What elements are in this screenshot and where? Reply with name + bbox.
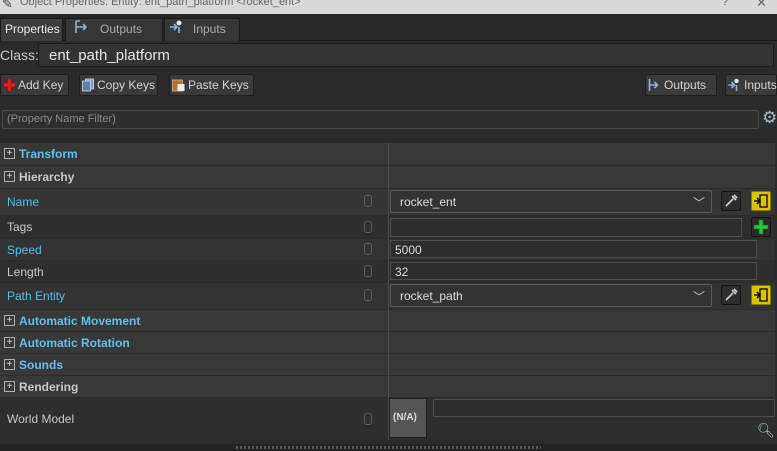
eyedropper-button[interactable] <box>721 191 741 211</box>
tab-outputs[interactable]: Outputs <box>65 18 163 41</box>
chevron-down-icon[interactable]: ﹀ <box>693 194 705 211</box>
class-row: Class: ent_path_platform <box>0 42 777 68</box>
browse-model-icon[interactable]: 🔍︎ <box>757 422 775 439</box>
expand-icon[interactable]: + <box>4 381 15 392</box>
outputs-button[interactable]: Outputs <box>645 74 717 96</box>
close-button[interactable]: ✕ <box>756 0 767 11</box>
tags-input[interactable] <box>390 218 742 237</box>
eyedropper-icon <box>725 194 738 207</box>
link-icon <box>364 195 372 207</box>
property-filter-input[interactable]: (Property Name Filter) <box>2 110 759 129</box>
class-select[interactable]: ent_path_platform <box>38 43 774 67</box>
expand-icon[interactable]: + <box>4 337 15 348</box>
copy-keys-icon <box>82 78 94 92</box>
expand-icon[interactable]: + <box>4 359 15 370</box>
class-value: ent_path_platform <box>49 47 170 64</box>
link-icon <box>364 413 372 425</box>
eyedropper-button[interactable] <box>721 285 741 305</box>
splitter-grip[interactable] <box>236 446 541 449</box>
chevron-down-icon[interactable]: ﹀ <box>693 288 705 305</box>
copy-keys-button[interactable]: Copy Keys <box>79 74 158 96</box>
inputs-button[interactable]: Inputs <box>725 74 777 96</box>
link-icon <box>364 265 372 277</box>
column-divider[interactable] <box>388 143 389 440</box>
tab-properties[interactable]: Properties <box>0 18 63 41</box>
pick-entity-icon <box>754 288 768 302</box>
expand-icon[interactable]: + <box>4 315 15 326</box>
property-filter-placeholder: (Property Name Filter) <box>7 113 116 125</box>
inputs-icon <box>728 78 739 91</box>
model-preview[interactable]: (N/A) <box>389 398 427 438</box>
outputs-icon <box>74 19 90 41</box>
length-input[interactable]: 32 <box>390 262 757 280</box>
pick-entity-button[interactable] <box>751 285 771 305</box>
property-grid: + Transform + Hierarchy Name Tags Speed … <box>0 143 777 443</box>
world-model-input[interactable] <box>433 399 775 417</box>
eyedropper-icon <box>725 288 738 301</box>
paste-keys-icon <box>172 79 185 92</box>
window-title: Object Properties: Entity: ent_path_plat… <box>20 0 301 8</box>
add-key-icon <box>3 78 16 92</box>
link-icon <box>364 289 372 301</box>
outputs-icon <box>648 79 659 91</box>
link-icon <box>364 243 372 255</box>
add-icon <box>753 219 769 235</box>
tab-bar: Properties Outputs Inputs <box>0 15 777 41</box>
name-combobox[interactable]: rocket_ent ﹀ <box>390 190 712 213</box>
window-titlebar: ✎ Object Properties: Entity: ent_path_pl… <box>0 0 777 14</box>
pick-entity-button[interactable] <box>751 191 771 211</box>
object-properties-icon: ✎ <box>2 0 13 11</box>
speed-input[interactable]: 5000 <box>390 240 757 258</box>
paste-keys-button[interactable]: Paste Keys <box>169 74 254 96</box>
gear-icon[interactable]: ⚙ <box>762 108 777 128</box>
pick-entity-icon <box>754 194 768 208</box>
link-icon <box>364 221 372 233</box>
add-tag-button[interactable] <box>751 217 771 237</box>
add-key-button[interactable]: Add Key <box>0 74 69 96</box>
path-entity-combobox[interactable]: rocket_path ﹀ <box>390 284 712 307</box>
expand-icon[interactable]: + <box>4 171 15 182</box>
tab-inputs[interactable]: Inputs <box>164 18 240 41</box>
help-button[interactable]: ? <box>722 0 728 8</box>
class-label: Class: <box>0 47 39 63</box>
inputs-icon <box>169 19 185 41</box>
expand-icon[interactable]: + <box>4 148 15 159</box>
